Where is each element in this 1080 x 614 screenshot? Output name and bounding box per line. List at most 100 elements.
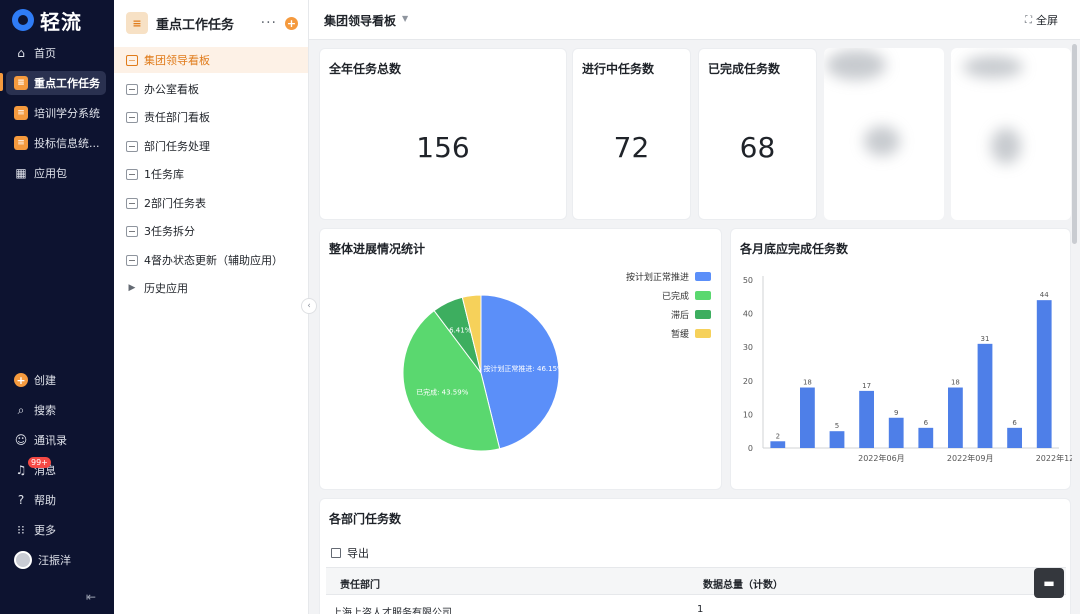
nav-header: ≡ 重点工作任务 ··· +	[126, 10, 298, 36]
bar[interactable]	[948, 387, 963, 448]
search-icon: ⌕	[17, 402, 25, 417]
y-tick-label: 40	[743, 310, 753, 319]
nav-item-label: 2部门任务表	[144, 197, 206, 210]
card-title: 全年任务总数	[329, 62, 402, 76]
bar-value-label: 9	[894, 409, 898, 417]
rail-item-create[interactable]: + 创建	[6, 368, 106, 392]
form-icon	[126, 225, 138, 237]
rail-item-profile[interactable]: 汪振洋	[6, 548, 106, 572]
rail-item-label: 帮助	[34, 494, 56, 507]
more-options-icon[interactable]: ···	[261, 15, 277, 31]
bar-value-label: 6	[924, 419, 929, 427]
bar-chart: 0 10 20 30 40 50 2 18 5 17 9 6 18 31 6 44 2022年06月 2022年0…	[743, 276, 1072, 463]
legend-item[interactable]: 暂缓	[591, 324, 711, 343]
bar-value-label: 31	[981, 335, 990, 343]
card-title: 各部门任务数	[329, 512, 402, 526]
x-tick-label: 2022年06月	[858, 453, 905, 463]
dashboard-icon	[126, 140, 138, 152]
stat-card-completed: 已完成任务数 68	[698, 48, 817, 220]
dashboard-icon	[126, 54, 138, 66]
nav-item-task-library[interactable]: 1任务库	[114, 161, 308, 187]
legend-item[interactable]: 滞后	[591, 305, 711, 324]
rail-item-label: 培训学分系统	[34, 107, 100, 120]
nav-item-label: 部门任务处理	[144, 140, 210, 153]
bar-chart-card: 各月底应完成任务数 0 10 20 30 40 50 2 18 5 17 9 6 18 31 6 44 2022…	[730, 228, 1072, 490]
dashboard-icon	[126, 111, 138, 123]
page-title[interactable]: 集团领导看板	[324, 12, 396, 29]
dashboard-icon	[126, 83, 138, 95]
nav-item-dept-task-processing[interactable]: 部门任务处理	[114, 133, 308, 159]
app-tile-icon: ≡	[14, 106, 28, 120]
legend-item[interactable]: 按计划正常推进	[591, 267, 711, 286]
rail-item-app-packages[interactable]: ▦ 应用包	[6, 161, 106, 185]
bar[interactable]	[1007, 427, 1022, 448]
add-icon[interactable]: +	[285, 16, 298, 30]
bell-icon: ♫	[15, 463, 27, 477]
rail-item-search[interactable]: ⌕ 搜索	[6, 398, 106, 422]
grid-icon: ▦	[15, 166, 27, 180]
bar[interactable]	[1036, 300, 1052, 448]
card-title: 进行中任务数	[582, 62, 655, 76]
bar[interactable]	[977, 343, 993, 448]
rail-item-label: 投标信息统...	[34, 137, 100, 150]
brand[interactable]: 轻流	[12, 7, 82, 34]
user-name: 汪振洋	[38, 554, 71, 567]
nav-item-task-split[interactable]: 3任务拆分	[114, 218, 308, 244]
rail-item-more[interactable]: ⁝⁝ 更多	[6, 518, 106, 542]
nav-item-dept-dashboard[interactable]: 责任部门看板	[114, 104, 308, 130]
export-button[interactable]: 导出	[331, 545, 369, 561]
rail-item-messages[interactable]: ♫ 99+ 消息	[6, 457, 106, 482]
table-row[interactable]: 上海上咨人才服务有限公司 1	[326, 599, 1066, 614]
nav-item-label: 3任务拆分	[144, 225, 195, 238]
rail-item-label: 搜索	[34, 404, 56, 417]
help-icon: ?	[17, 493, 25, 507]
rail-item-key-tasks[interactable]: ≡ 重点工作任务	[6, 71, 106, 95]
stat-card-total: 全年任务总数 156	[319, 48, 567, 220]
x-tick-label: 2022年09月	[947, 453, 994, 463]
column-header[interactable]: 数据总量（计数）	[703, 576, 783, 591]
rail-item-bidding[interactable]: ≡ 投标信息统...	[6, 131, 106, 155]
nav-item-group-dashboard[interactable]: 集团领导看板	[114, 47, 308, 73]
chevron-down-icon[interactable]: ▼	[402, 14, 408, 23]
nav-title: 重点工作任务	[156, 17, 235, 33]
stat-value: 156	[416, 131, 470, 164]
nav-item-office-dashboard[interactable]: 办公室看板	[114, 76, 308, 102]
rail-item-home[interactable]: ⌂ 首页	[6, 41, 106, 65]
stat-value: 68	[739, 131, 776, 164]
app-tile-icon: ≡	[14, 136, 28, 150]
active-marker	[0, 73, 3, 91]
rail-item-help[interactable]: ? 帮助	[6, 488, 106, 512]
bar[interactable]	[918, 427, 934, 448]
bar-value-label: 17	[862, 382, 871, 390]
fullscreen-label: 全屏	[1036, 14, 1058, 27]
bar[interactable]	[829, 431, 845, 448]
nav-item-dept-task-table[interactable]: 2部门任务表	[114, 190, 308, 216]
table-header: 责任部门 数据总量（计数）	[326, 567, 1066, 595]
nav-group-history-apps[interactable]: ▶ 历史应用	[114, 275, 308, 301]
bar[interactable]	[770, 441, 786, 448]
bar[interactable]	[888, 417, 904, 448]
rail-item-label: 重点工作任务	[34, 77, 100, 90]
legend-item[interactable]: 已完成	[591, 286, 711, 305]
fullscreen-button[interactable]: ⛶ 全屏	[1025, 12, 1058, 28]
rail-item-label: 更多	[34, 524, 56, 537]
chat-icon[interactable]: ▬	[1034, 568, 1064, 598]
legend-label: 已完成	[661, 292, 689, 302]
scrollbar[interactable]	[1072, 44, 1077, 244]
bar-value-label: 2	[776, 432, 780, 440]
column-header[interactable]: 责任部门	[340, 576, 380, 591]
bar[interactable]	[800, 387, 815, 448]
y-tick-label: 20	[743, 377, 753, 386]
collapse-nav-icon[interactable]: ‹	[301, 298, 317, 314]
collapse-rail-icon[interactable]: ⇤	[86, 590, 96, 604]
fullscreen-icon: ⛶	[1025, 14, 1032, 26]
form-icon	[126, 254, 138, 266]
bar[interactable]	[859, 390, 874, 448]
dept-cell: 上海上咨人才服务有限公司	[332, 608, 452, 614]
app-tile-icon: ≡	[126, 12, 148, 34]
rail-item-contacts[interactable]: ☺ 通讯录	[6, 428, 106, 452]
rail-item-training[interactable]: ≡ 培训学分系统	[6, 101, 106, 125]
top-bar: 集团领导看板 ▼ ⛶ 全屏	[309, 0, 1080, 40]
redacted-card	[824, 48, 944, 220]
nav-item-supervision-update[interactable]: 4督办状态更新（辅助应用）	[114, 247, 308, 273]
